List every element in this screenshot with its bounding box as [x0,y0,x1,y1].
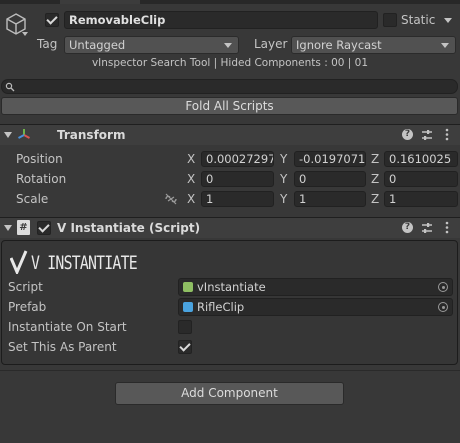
divider [0,370,460,371]
search-icon [5,81,15,93]
scale-x-field[interactable]: 1 [201,191,274,207]
position-x-field[interactable]: 0.00027297 [201,151,274,167]
scale-label: Scale [16,192,49,206]
script-label: Script [8,280,43,294]
presets-icon[interactable] [421,222,433,234]
script-value: vInstantiate [197,280,266,294]
tab-active[interactable] [60,0,140,4]
script-enabled-toggle[interactable] [37,221,51,235]
script-object-field[interactable]: vInstantiate [178,278,453,296]
position-label: Position [16,152,63,166]
rotation-z-axis[interactable]: Z [371,172,379,186]
tag-value: Untagged [69,38,126,52]
search-input[interactable] [1,79,458,94]
scale-y-axis[interactable]: Y [280,192,287,206]
scale-z-axis[interactable]: Z [371,192,379,206]
foldout-arrow-icon[interactable] [4,225,12,231]
help-icon[interactable]: ? [402,129,413,140]
prefab-value: RifleClip [197,300,245,314]
fold-all-scripts-button[interactable]: Fold All Scripts [1,97,458,115]
set-this-as-parent-label: Set This As Parent [8,340,117,354]
instantiate-title: V Instantiate (Script) [57,221,201,235]
position-z-field[interactable]: 0.1610025 [384,151,458,167]
more-options-icon[interactable] [445,128,449,141]
transform-icon [16,127,32,143]
rotation-x-axis[interactable]: X [187,172,195,186]
tag-label: Tag [37,37,58,51]
transform-title: Transform [57,128,126,142]
layer-label: Layer [254,37,288,51]
object-picker-icon[interactable] [438,282,448,292]
set-this-as-parent-toggle[interactable] [178,340,192,354]
foldout-arrow-icon[interactable] [4,132,12,138]
rotation-y-axis[interactable]: Y [280,172,287,186]
static-label: Static [401,13,436,27]
object-picker-icon[interactable] [438,302,448,312]
constrain-proportions-icon[interactable] [164,193,178,205]
presets-icon[interactable] [421,129,433,141]
instantiate-on-start-label: Instantiate On Start [8,320,127,334]
layer-value: Ignore Raycast [296,38,382,52]
scale-y-field[interactable]: 1 [294,191,366,207]
position-y-axis[interactable]: Y [280,152,287,166]
scale-z-field[interactable]: 1 [384,191,458,207]
add-component-button[interactable]: Add Component [115,382,344,405]
object-name-field[interactable]: RemovableClip [64,11,378,29]
chevron-down-icon [441,43,449,48]
rotation-label: Rotation [16,172,67,186]
instantiate-on-start-toggle[interactable] [178,320,192,334]
active-toggle[interactable] [45,13,59,27]
static-dropdown-arrow[interactable] [444,18,452,23]
prefab-cube-icon [183,302,193,312]
prefab-label: Prefab [8,300,47,314]
script-file-icon [183,282,193,292]
rotation-z-field[interactable]: 0 [384,171,458,187]
vinspector-info: vInspector Search Tool | Hided Component… [91,57,369,69]
help-icon[interactable]: ? [402,222,413,233]
position-y-field[interactable]: -0.0197071 [294,151,366,167]
position-x-axis[interactable]: X [187,152,195,166]
icon-dropdown-arrow[interactable] [22,32,28,36]
tag-dropdown[interactable]: Untagged [64,36,239,54]
position-z-axis[interactable]: Z [371,152,379,166]
rotation-x-field[interactable]: 0 [201,171,274,187]
script-hash-icon: # [17,220,30,235]
prefab-object-field[interactable]: RifleClip [178,298,453,316]
v-logo-icon [9,250,28,276]
chevron-down-icon [224,43,232,48]
layer-dropdown[interactable]: Ignore Raycast [291,36,456,54]
scale-x-axis[interactable]: X [187,192,195,206]
static-toggle[interactable] [383,13,397,27]
v-instantiate-banner: V INSTANTIATE [31,252,138,274]
more-options-icon[interactable] [445,221,449,234]
rotation-y-field[interactable]: 0 [294,171,366,187]
